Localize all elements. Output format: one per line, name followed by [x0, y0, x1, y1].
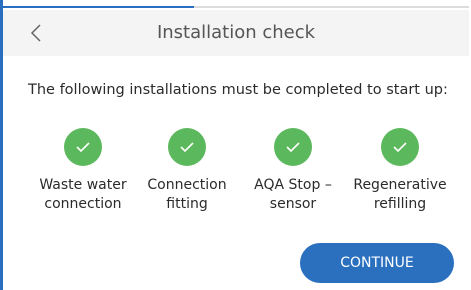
check-item-regenerative-refilling: Regenerative refilling — [348, 128, 452, 214]
chevron-left-icon — [30, 23, 42, 43]
check-label: Regenerative refilling — [348, 176, 452, 214]
progress-bar-fill — [3, 6, 195, 8]
check-label-line: fitting — [166, 196, 208, 212]
check-label: Waste water connection — [31, 176, 135, 214]
check-label-line: Waste water — [39, 177, 127, 193]
check-label-line: Regenerative — [353, 177, 447, 193]
page-title: Installation check — [156, 22, 316, 43]
check-circle — [168, 128, 206, 166]
back-button[interactable] — [21, 17, 51, 49]
check-item-aqa-stop-sensor: AQA Stop – sensor — [241, 128, 345, 214]
progress-bar — [3, 6, 469, 8]
checkmark-icon — [392, 138, 408, 157]
check-circle — [381, 128, 419, 166]
check-label-line: AQA Stop – — [254, 177, 332, 193]
check-label-line: Connection — [147, 177, 227, 193]
checkmark-icon — [285, 138, 301, 157]
check-label-line: connection — [44, 196, 122, 212]
checkmark-icon — [75, 138, 91, 157]
instruction-text: The following installations must be comp… — [28, 82, 448, 98]
check-label: Connection fitting — [135, 176, 239, 214]
check-item-waste-water-connection: Waste water connection — [31, 128, 135, 214]
check-label: AQA Stop – sensor — [241, 176, 345, 214]
continue-button[interactable]: CONTINUE — [300, 243, 454, 283]
check-circle — [274, 128, 312, 166]
installation-check-screen: Installation check The following install… — [0, 0, 471, 290]
checkmark-icon — [179, 138, 195, 157]
check-item-connection-fitting: Connection fitting — [135, 128, 239, 214]
check-label-line: refilling — [373, 196, 427, 212]
check-circle — [64, 128, 102, 166]
header-bar: Installation check — [3, 10, 469, 56]
check-label-line: sensor — [269, 196, 317, 212]
